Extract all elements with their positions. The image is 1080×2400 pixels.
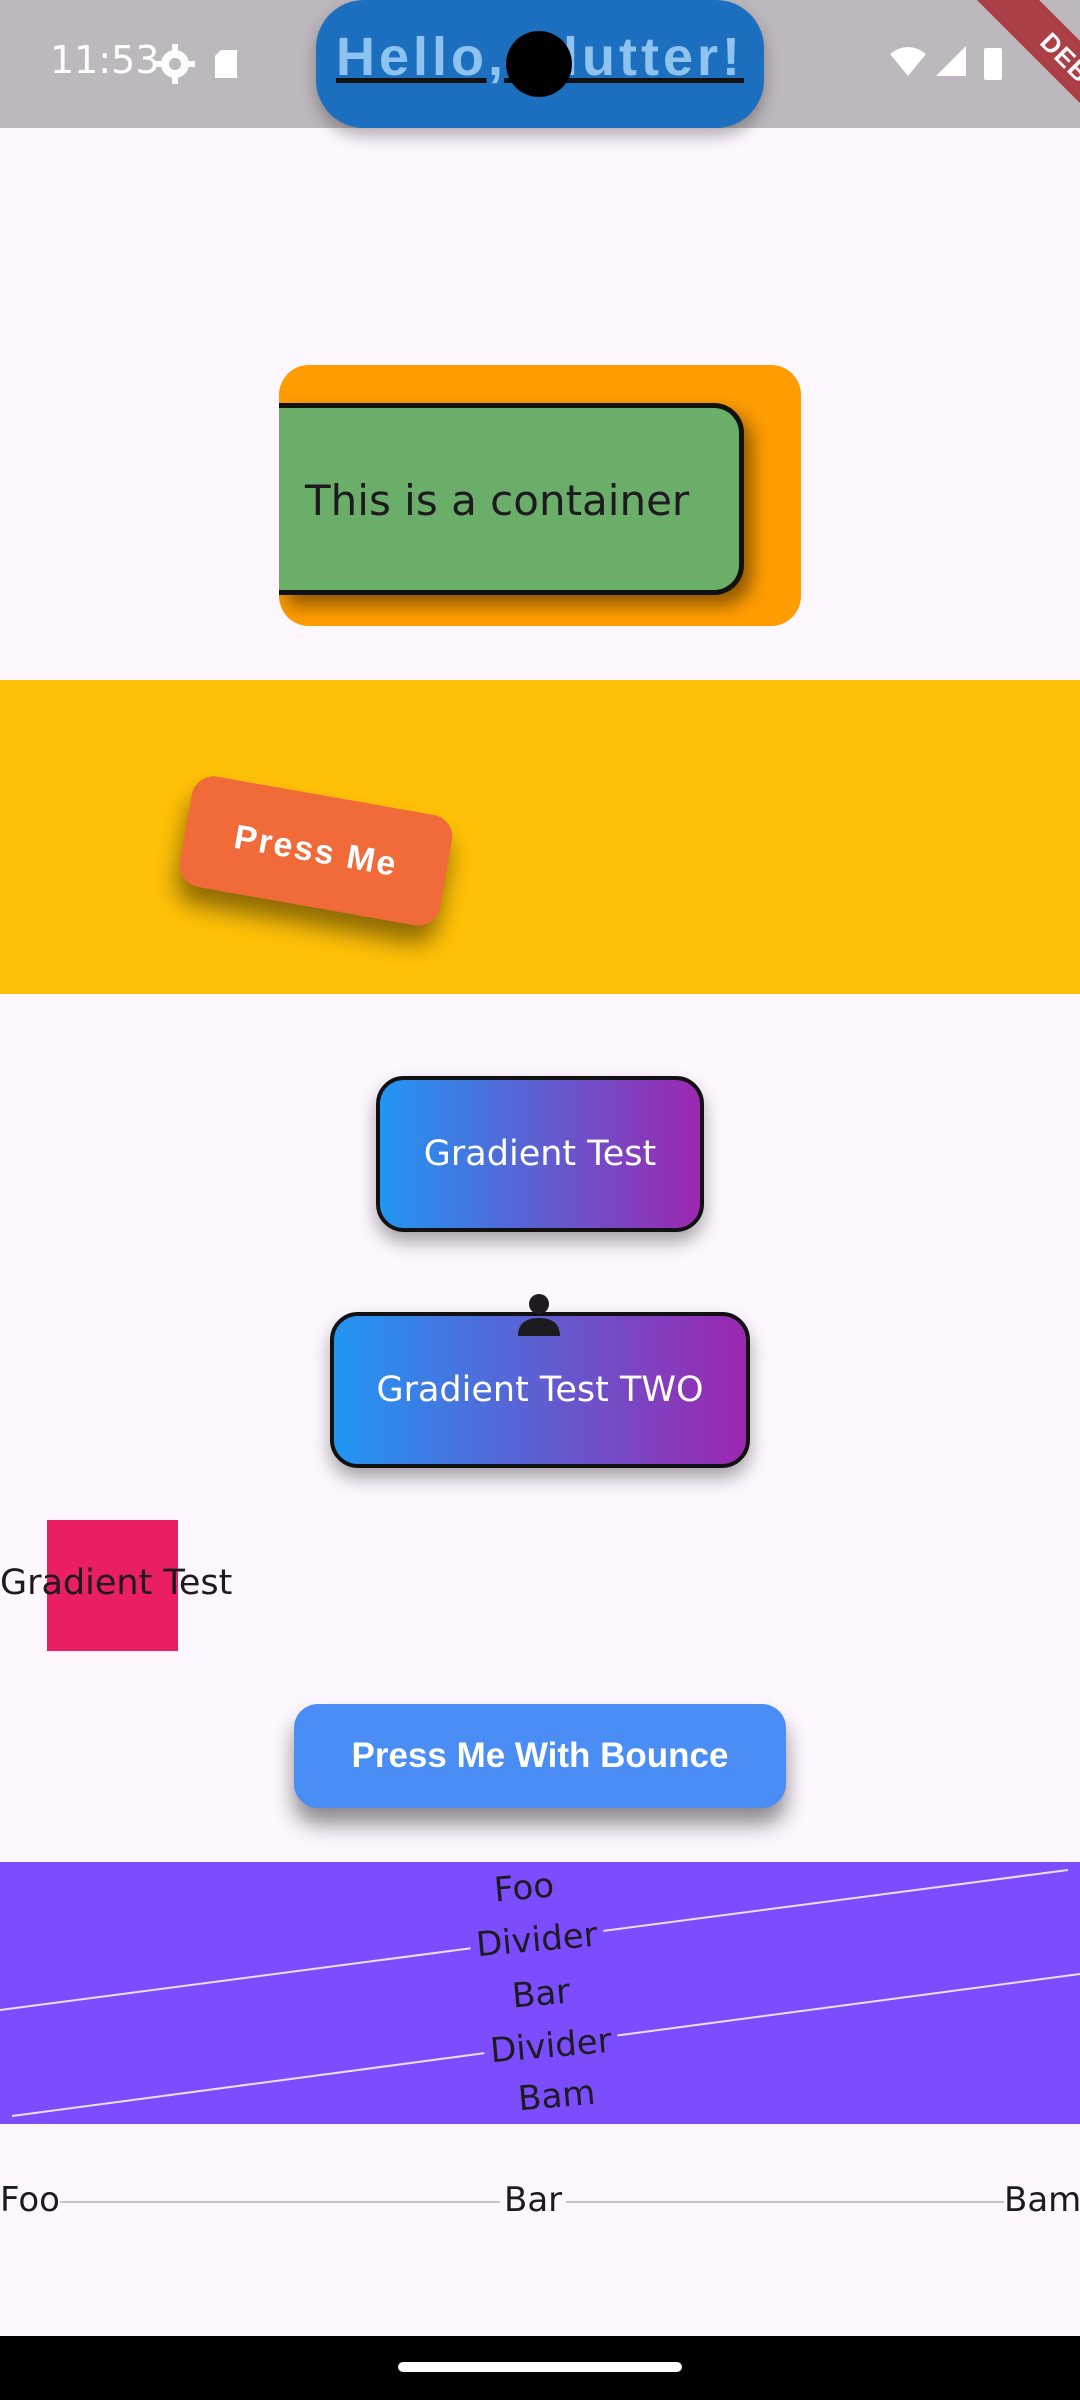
camera-cutout [506, 31, 572, 97]
purple-item-bar: Bar [504, 1971, 578, 2017]
status-time: 11:53 [50, 38, 160, 82]
pink-square-label: Gradient Test [0, 1563, 233, 1603]
purple-item-bam: Bam [510, 2072, 603, 2120]
divider-row: Foo Bar Bam [0, 2180, 1080, 2230]
amber-section [0, 680, 1080, 994]
purple-section: Foo Divider Bar Divider Bam [0, 1862, 1080, 2124]
purple-item-foo: Foo [486, 1864, 562, 1912]
gradient-test-button[interactable]: Gradient Test [376, 1076, 704, 1232]
person-icon [518, 1294, 560, 1336]
green-container: This is a container [279, 403, 744, 595]
divider-row-bam: Bam [1004, 2180, 1080, 2220]
sd-card-icon [215, 50, 237, 78]
orange-container: This is a container [279, 365, 801, 626]
press-me-with-bounce-button[interactable]: Press Me With Bounce [294, 1704, 786, 1808]
status-icons-left [155, 44, 237, 84]
debug-banner-label: DEBUG [972, 0, 1080, 180]
debug-banner: DEBUG [880, 0, 1080, 200]
divider-row-foo: Foo [0, 2180, 60, 2220]
container-text: This is a container [305, 476, 690, 525]
divider-row-bar: Bar [504, 2180, 563, 2220]
settings-icon [155, 44, 195, 84]
home-gesture-handle[interactable] [398, 2362, 682, 2372]
divider-line-2 [566, 2201, 1006, 2203]
divider-line-1 [60, 2201, 500, 2203]
